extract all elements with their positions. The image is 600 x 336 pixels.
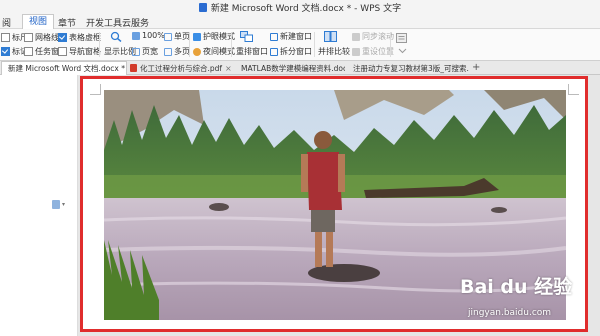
- sync-scroll-icon: [352, 32, 360, 41]
- gridlines-label: 网格线: [35, 33, 59, 42]
- zoom-100-icon: [132, 31, 140, 40]
- baidu-watermark: Bai du 经验 jingyan.baidu.com: [460, 272, 595, 332]
- photo-person-shorts: [311, 210, 335, 232]
- tab-matlab-doc[interactable]: MATLAB数学建模编程资料.doc ×: [235, 62, 345, 74]
- window-title-wrap: 新建 Microsoft Word 文档.docx * - WPS 文字: [0, 1, 600, 14]
- nav-pane-checkbox-box[interactable]: [58, 47, 67, 56]
- pdf-file-icon: [130, 64, 137, 72]
- new-window-button[interactable]: 新建窗口: [270, 31, 312, 42]
- nav-pane-checkbox[interactable]: 导航窗格: [58, 46, 101, 57]
- reset-position-button[interactable]: 重设位置: [352, 46, 394, 57]
- menu-chapter[interactable]: 章节: [58, 16, 76, 29]
- menu-bar: 阅 视图 章节 开发工具 云服务: [0, 14, 600, 29]
- tab-label: MATLAB数学建模编程资料.doc: [241, 63, 345, 73]
- gridlines-checkbox-box[interactable]: [24, 33, 33, 42]
- new-window-icon: [270, 32, 278, 41]
- ribbon-separator: [390, 32, 391, 57]
- ruler-checkbox-box[interactable]: [1, 33, 10, 42]
- multi-page-icon: [164, 47, 172, 56]
- table-gridlines-label: 表格虚框: [69, 33, 101, 42]
- menu-view[interactable]: 视图: [22, 14, 55, 29]
- single-page-label: 单页: [174, 32, 190, 41]
- more-options-icon[interactable]: [396, 33, 409, 44]
- table-gridlines-checkbox[interactable]: 表格虚框: [58, 32, 101, 43]
- tab-label: 新建 Microsoft Word 文档.docx *: [8, 64, 125, 73]
- multi-page-button[interactable]: 多页: [164, 46, 190, 57]
- single-page-icon: [164, 32, 172, 41]
- new-window-label: 新建窗口: [280, 32, 312, 41]
- reset-position-icon: [352, 47, 360, 56]
- photo-person-leg: [326, 232, 333, 267]
- ribbon-separator: [189, 32, 190, 57]
- window-title: 新建 Microsoft Word 文档.docx * - WPS 文字: [210, 4, 402, 14]
- left-margin-pane: [0, 75, 78, 336]
- night-mode-button[interactable]: 夜间模式: [193, 46, 235, 57]
- photo-person-shirt: [307, 152, 342, 210]
- tab-word-document[interactable]: 新建 Microsoft Word 文档.docx * ×: [1, 61, 127, 75]
- menu-cloud-service[interactable]: 云服务: [122, 16, 149, 29]
- wps-document-icon: [198, 3, 207, 12]
- split-window-icon: [270, 47, 278, 56]
- margin-corner-mark: [90, 84, 101, 95]
- gridlines-checkbox[interactable]: 网格线: [24, 32, 59, 43]
- table-gridlines-checkbox-box[interactable]: [58, 33, 67, 42]
- chevron-down-icon[interactable]: [398, 48, 407, 54]
- baidu-logo: Bai du 经验: [460, 276, 573, 298]
- nav-pane-label: 导航窗格: [69, 47, 101, 56]
- photo-rock: [491, 207, 507, 213]
- markup-checkbox-box[interactable]: [1, 47, 10, 56]
- split-window-button[interactable]: 拆分窗口: [270, 46, 312, 57]
- margin-corner-mark: [568, 84, 579, 95]
- magnifier-icon[interactable]: [110, 31, 123, 42]
- photo-person-leg: [315, 232, 322, 267]
- title-bar: 新建 Microsoft Word 文档.docx * - WPS 文字: [0, 0, 600, 14]
- eye-icon: [193, 32, 201, 41]
- split-window-label: 拆分窗口: [280, 47, 312, 56]
- side-by-side-icon[interactable]: [324, 31, 337, 42]
- photo-person-arm: [338, 154, 345, 192]
- rearrange-window-icon[interactable]: [240, 31, 253, 42]
- zoom-100-button[interactable]: 100%: [132, 31, 165, 40]
- document-tab-bar: 新建 Microsoft Word 文档.docx * × 化工过程分析与综合.…: [0, 61, 600, 75]
- single-page-button[interactable]: 单页: [164, 31, 190, 42]
- page-view-dropdown-icon[interactable]: ▾: [62, 201, 65, 208]
- side-by-side-button[interactable]: 并排比较: [318, 46, 350, 57]
- menu-developer-tools[interactable]: 开发工具: [86, 16, 122, 29]
- eye-mode-button[interactable]: 护眼模式: [193, 31, 235, 42]
- page-width-label: 页宽: [142, 47, 158, 56]
- photo-person-head: [314, 131, 332, 149]
- tab-pdf-textbook[interactable]: 注册动力专复习教材第3版_可搜索.pdf ×: [347, 62, 469, 74]
- ribbon-toolbar: 标尺 网格线 表格虚框 标记 任务窗格 导航窗格 显示比例 100% 页宽 单页…: [0, 29, 600, 61]
- photo-person-arm: [301, 154, 308, 192]
- ribbon-separator: [99, 32, 100, 57]
- new-tab-button[interactable]: +: [472, 62, 480, 73]
- multi-page-label: 多页: [174, 47, 190, 56]
- menu-review[interactable]: 阅: [2, 16, 11, 29]
- task-pane-checkbox-box[interactable]: [24, 47, 33, 56]
- ribbon-separator: [314, 32, 315, 57]
- rearrange-window-button[interactable]: 重排窗口: [236, 46, 268, 57]
- page-width-icon: [132, 47, 140, 56]
- tab-label: 化工过程分析与综合.pdf: [140, 63, 223, 73]
- watermark-url: jingyan.baidu.com: [468, 308, 552, 318]
- page-width-button[interactable]: 页宽: [132, 46, 158, 57]
- tab-label: 注册动力专复习教材第3版_可搜索.pdf: [353, 63, 469, 73]
- photo-rock: [209, 203, 229, 211]
- close-icon[interactable]: ×: [225, 64, 232, 73]
- ribbon-separator: [231, 32, 232, 57]
- page-view-icon[interactable]: [52, 200, 60, 209]
- moon-icon: [193, 47, 201, 56]
- tab-pdf-chemical[interactable]: 化工过程分析与综合.pdf ×: [127, 62, 234, 74]
- sync-scroll-button[interactable]: 同步滚动: [352, 31, 394, 42]
- zoom-100-label: 100%: [142, 31, 165, 40]
